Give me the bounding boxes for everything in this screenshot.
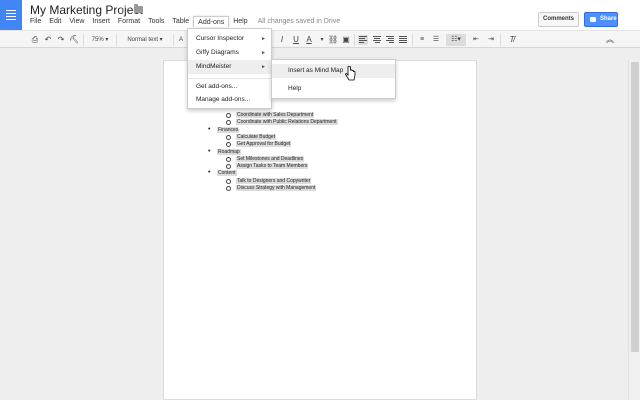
- increase-indent-icon[interactable]: ⇥: [486, 34, 496, 46]
- paint-format-icon[interactable]: ⛏: [69, 34, 79, 46]
- outline-task-item[interactable]: Assign Tasks to Team Members: [225, 163, 309, 170]
- app-header: My Marketing Project ☆ File Edit View In…: [0, 0, 640, 30]
- document-page[interactable]: Coordinate with Sales Department Coordina…: [163, 60, 477, 400]
- line-spacing-icon[interactable]: ≡: [416, 34, 428, 46]
- collapse-toolbar-icon[interactable]: ︽: [604, 34, 616, 46]
- outline-item-text: Content: [217, 170, 237, 177]
- undo-icon[interactable]: ↶: [43, 34, 53, 46]
- menu-item-label: MindMeister: [196, 63, 232, 70]
- menu-item-cursor-inspector[interactable]: Cursor Inspector ►: [188, 32, 271, 46]
- add-ons-menu: Cursor Inspector ► Giffy Diagrams ► Mind…: [187, 28, 272, 109]
- outline-section-item[interactable]: Finances: [208, 126, 240, 133]
- outline-section-item[interactable]: Content: [208, 169, 237, 177]
- lock-icon: [590, 17, 596, 22]
- text-color-icon[interactable]: A: [304, 34, 314, 46]
- toolbar-divider: [500, 34, 501, 46]
- outline-task-item[interactable]: Set Milestones and Deadlines: [225, 155, 305, 162]
- menu-help[interactable]: Help: [229, 16, 251, 27]
- share-label: Share: [600, 16, 617, 22]
- link-icon[interactable]: ⛓: [328, 34, 338, 46]
- toolbar-divider: [412, 34, 413, 46]
- underline-icon[interactable]: U: [291, 34, 301, 46]
- menu-item-insert-as-mind-map[interactable]: Insert as Mind Map: [272, 64, 395, 78]
- menu-item-get-add-ons[interactable]: Get add-ons...: [188, 80, 271, 94]
- menu-bar: File Edit View Insert Format Tools Table…: [26, 16, 340, 28]
- outline-item-text: Coordinate with Public Relations Departm…: [236, 119, 338, 126]
- menu-insert[interactable]: Insert: [88, 16, 114, 27]
- scrollbar-thumb[interactable]: [631, 62, 639, 352]
- redo-icon[interactable]: ↷: [56, 34, 66, 46]
- outline-task-item[interactable]: Get Approval for Budget: [225, 141, 292, 148]
- outline-task-item[interactable]: Calculate Budget: [225, 133, 277, 140]
- numbered-list-icon[interactable]: ☰: [431, 34, 441, 46]
- menu-item-mindmeister[interactable]: MindMeister ►: [188, 60, 271, 74]
- decrease-indent-icon[interactable]: ⇤: [471, 34, 481, 46]
- zoom-value: 75%: [91, 37, 104, 43]
- submenu-arrow-icon: ►: [261, 36, 266, 42]
- vertical-scrollbar[interactable]: [628, 60, 640, 400]
- outline-task-item[interactable]: Coordinate with Sales Department: [225, 112, 315, 118]
- print-icon[interactable]: ⎙: [30, 34, 40, 46]
- align-right-icon[interactable]: [386, 36, 394, 44]
- menu-item-label: Giffy Diagrams: [196, 49, 239, 56]
- outline-item-text: Roadmap: [217, 148, 241, 155]
- comments-button[interactable]: Comments: [538, 12, 579, 27]
- menu-format[interactable]: Format: [114, 16, 144, 27]
- outline-item-text: Assign Tasks to Team Members: [236, 163, 309, 170]
- style-value: Normal text: [127, 37, 158, 43]
- toolbar-divider: [354, 34, 355, 46]
- outline-task-item[interactable]: Coordinate with Public Relations Departm…: [226, 119, 338, 126]
- submenu-arrow-icon: ►: [261, 64, 266, 70]
- menu-item-label: Get add-ons...: [196, 83, 238, 90]
- outline-item-text: Set Milestones and Deadlines: [236, 155, 305, 162]
- toolbar-divider: [116, 34, 117, 46]
- justify-icon[interactable]: [399, 36, 407, 44]
- folder-icon[interactable]: [134, 4, 143, 13]
- align-left-icon[interactable]: [358, 35, 368, 45]
- outline-task-item[interactable]: Discuss Strategy with Management: [225, 185, 317, 191]
- align-center-icon[interactable]: [373, 36, 381, 44]
- menu-table[interactable]: Table: [168, 16, 193, 27]
- mindmeister-submenu: Insert as Mind Map Help: [271, 59, 396, 99]
- outline-item-text: Discuss Strategy with Management: [236, 185, 317, 191]
- outline-task-item[interactable]: Talk to Designers and Copywriter: [225, 177, 312, 184]
- menu-item-label: Manage add-ons...: [196, 96, 251, 103]
- menu-view[interactable]: View: [65, 16, 88, 27]
- menu-add-ons[interactable]: Add-ons: [193, 16, 230, 27]
- menu-tools[interactable]: Tools: [144, 16, 168, 27]
- menu-item-label: Cursor Inspector: [196, 35, 245, 42]
- hand-cursor-icon: [345, 66, 356, 81]
- share-button[interactable]: Share: [584, 12, 618, 27]
- italic-icon[interactable]: I: [277, 34, 287, 46]
- text-color-dropdown-icon[interactable]: ▾: [317, 34, 327, 46]
- outline-item-text: Coordinate with Sales Department: [236, 112, 315, 118]
- toolbar-divider: [83, 34, 84, 46]
- menu-separator: [188, 78, 271, 79]
- outline-item-text: Calculate Budget: [236, 133, 277, 140]
- star-icon[interactable]: ☆: [120, 3, 130, 16]
- outline-item-text: Talk to Designers and Copywriter: [236, 177, 312, 184]
- outline-item-text: Finances: [217, 126, 240, 133]
- menu-item-manage-add-ons[interactable]: Manage add-ons...: [188, 93, 271, 107]
- submenu-arrow-icon: ►: [261, 50, 266, 56]
- menu-edit[interactable]: Edit: [45, 16, 65, 27]
- clear-formatting-icon[interactable]: T̸: [507, 34, 517, 46]
- style-select[interactable]: Normal text ▾: [121, 34, 169, 46]
- font-select[interactable]: A: [177, 34, 185, 46]
- zoom-select[interactable]: 75% ▾: [88, 34, 112, 46]
- bulleted-list-icon[interactable]: ☷▾: [446, 34, 466, 46]
- menu-item-help[interactable]: Help: [272, 82, 395, 96]
- menu-file[interactable]: File: [26, 16, 45, 27]
- save-status[interactable]: All changes saved in Drive: [258, 16, 341, 28]
- outline-item-text: Get Approval for Budget: [236, 141, 292, 148]
- comment-icon[interactable]: ▣: [341, 34, 351, 46]
- outline-section-item[interactable]: Roadmap: [208, 148, 241, 155]
- formatting-toolbar: ⎙ ↶ ↷ ⛏ 75% ▾ Normal text ▾ A I U A ▾ ⛓ …: [0, 30, 640, 48]
- docs-logo-icon[interactable]: [0, 0, 22, 30]
- menu-item-giffy-diagrams[interactable]: Giffy Diagrams ►: [188, 46, 271, 60]
- toolbar-divider: [173, 34, 174, 46]
